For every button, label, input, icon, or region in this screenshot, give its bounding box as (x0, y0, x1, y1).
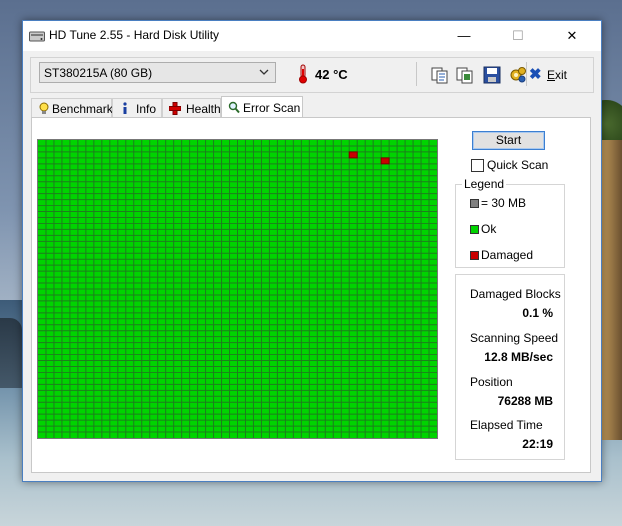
toolbar-separator (416, 62, 417, 86)
legend-title: Legend (462, 177, 507, 191)
checkbox-box[interactable] (471, 159, 484, 172)
toolbar-separator (526, 62, 527, 86)
tab-label: Benchmark (52, 102, 113, 116)
legend-swatch-green (470, 225, 479, 234)
quick-scan-label: Quick Scan (487, 158, 549, 172)
exit-x-icon: ✖ (529, 66, 542, 83)
toolbar: ST380215A (80 GB) 42 °C ✖ Exit (30, 57, 594, 93)
lightbulb-icon (39, 102, 49, 114)
tab-info[interactable]: Info (112, 98, 162, 117)
elapsed-time-value: 22:19 (522, 437, 553, 451)
scanning-speed-label: Scanning Speed (470, 331, 559, 345)
thermometer-icon (299, 64, 307, 84)
drive-select[interactable]: ST380215A (80 GB) (39, 62, 276, 83)
copy-screen-icon[interactable] (456, 66, 474, 84)
info-icon (123, 102, 127, 114)
legend-swatch-gray (470, 199, 479, 208)
hard-disk-icon (29, 31, 45, 42)
minimize-button[interactable]: — (441, 21, 487, 51)
position-value: 76288 MB (497, 394, 553, 408)
damaged-block (380, 157, 390, 165)
damaged-blocks-value: 0.1 % (522, 306, 553, 320)
legend-label: Ok (481, 222, 497, 236)
magnifier-icon (228, 101, 240, 114)
copy-text-icon[interactable] (431, 66, 449, 84)
maximize-button[interactable]: ☐ (495, 21, 541, 51)
exit-label: Exit (547, 68, 568, 82)
legend-group: Legend = 30 MB Ok Damaged (455, 177, 565, 268)
scan-block-map (37, 139, 438, 439)
hd-tune-window: HD Tune 2.55 - Hard Disk Utility — ☐ ✕ S… (22, 20, 602, 482)
position-label: Position (470, 375, 513, 389)
chevron-down-icon (259, 69, 269, 75)
stats-group: Damaged Blocks 0.1 % Scanning Speed 12.8… (455, 274, 565, 460)
tab-health[interactable]: Health (162, 98, 221, 117)
elapsed-time-label: Elapsed Time (470, 418, 543, 432)
damaged-block (348, 151, 358, 159)
title-bar[interactable]: HD Tune 2.55 - Hard Disk Utility — ☐ ✕ (23, 21, 601, 51)
health-cross-icon (169, 102, 181, 115)
start-button[interactable]: Start (472, 131, 545, 150)
options-icon[interactable] (509, 66, 527, 84)
tab-label: Info (136, 102, 157, 116)
temperature-value: 42 °C (315, 67, 348, 82)
tab-label: Error Scan (243, 101, 301, 115)
legend-label: Damaged (481, 248, 534, 262)
scanning-speed-value: 12.8 MB/sec (484, 350, 553, 364)
tab-benchmark[interactable]: Benchmark (31, 98, 113, 117)
desktop-rock (0, 318, 22, 388)
save-icon[interactable] (483, 66, 501, 84)
legend-swatch-red (470, 251, 479, 260)
drive-select-value: ST380215A (80 GB) (44, 66, 153, 80)
damaged-blocks-label: Damaged Blocks (470, 287, 561, 301)
close-button[interactable]: ✕ (549, 21, 595, 51)
tab-error-scan[interactable]: Error Scan (221, 96, 303, 117)
tab-label: Health (186, 102, 221, 116)
error-scan-panel: Start Quick Scan Legend = 30 MB Ok Damag… (31, 117, 591, 473)
quick-scan-checkbox[interactable]: Quick Scan (471, 158, 571, 174)
legend-label: = 30 MB (481, 196, 527, 210)
exit-button[interactable]: ✖ Exit (529, 66, 569, 84)
window-title: HD Tune 2.55 - Hard Disk Utility (49, 28, 220, 42)
